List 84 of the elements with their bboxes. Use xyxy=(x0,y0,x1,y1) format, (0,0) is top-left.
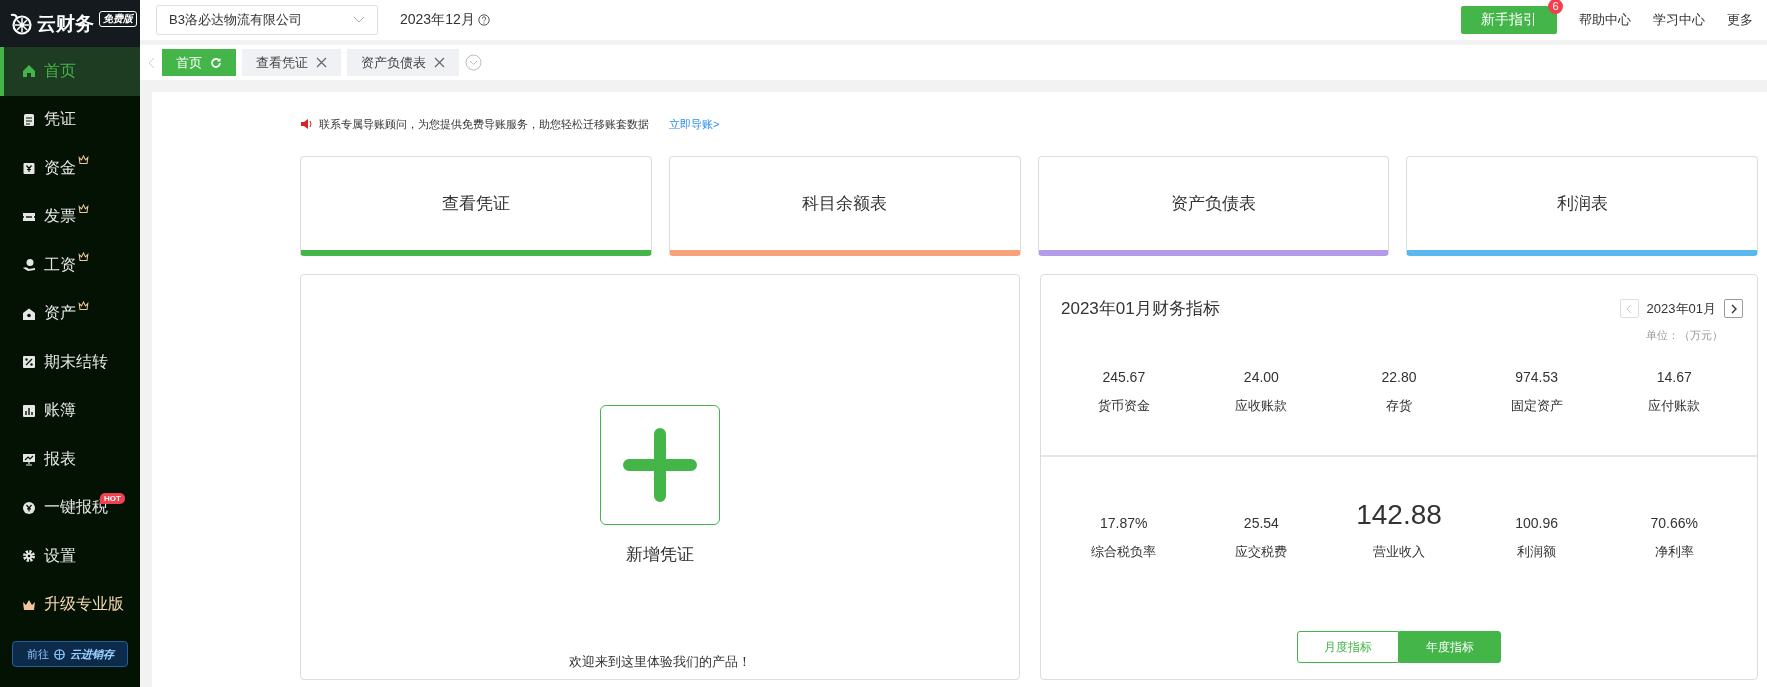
next-month-button[interactable] xyxy=(1724,299,1743,318)
chevron-left-icon xyxy=(1626,303,1633,314)
metric-label: 应交税费 xyxy=(1235,543,1288,561)
header-link[interactable]: 帮助中心 xyxy=(1579,11,1631,29)
logo-icon xyxy=(52,647,66,661)
sidebar-item[interactable]: 升级专业版 xyxy=(0,580,140,629)
metric-value: 245.67 xyxy=(1102,369,1146,385)
promo-button[interactable]: 前往 云进销存 xyxy=(12,641,128,667)
sidebar-item[interactable]: 期末结转 xyxy=(0,338,140,387)
sidebar-item[interactable]: 资金 xyxy=(0,144,140,193)
metric-label: 净利率 xyxy=(1654,543,1694,561)
metric-label: 应付账款 xyxy=(1648,397,1701,415)
metric-value: 100.96 xyxy=(1515,515,1558,531)
metric-value: 14.67 xyxy=(1656,369,1692,385)
crown-icon xyxy=(78,154,89,165)
chevron-right-icon xyxy=(1730,303,1737,314)
settings-icon xyxy=(22,549,36,564)
bar-chart-icon xyxy=(22,403,36,418)
sidebar-item[interactable]: 发票 xyxy=(0,192,140,241)
metric-value: 22.80 xyxy=(1381,369,1417,385)
month-label: 2023年01月 xyxy=(1646,299,1716,318)
sidebar-item[interactable]: 首页 xyxy=(0,47,140,96)
crown-icon xyxy=(78,299,89,311)
help-icon[interactable] xyxy=(477,14,490,26)
header-link[interactable]: 更多 xyxy=(1727,11,1753,29)
add-voucher-label: 新增凭证 xyxy=(626,544,694,566)
logo-icon xyxy=(10,12,32,35)
presentation-icon xyxy=(22,452,36,467)
sidebar-item[interactable]: 资产 xyxy=(0,289,140,338)
sidebar-item[interactable]: 凭证 xyxy=(0,95,140,144)
header-link[interactable]: 学习中心 xyxy=(1653,11,1705,29)
shortcut-card[interactable]: 资产负债表 xyxy=(1037,156,1390,256)
metric-value: 70.66% xyxy=(1650,515,1698,531)
chevron-left-icon[interactable] xyxy=(148,56,156,69)
yen-coin-icon xyxy=(22,500,36,515)
speaker-icon xyxy=(300,118,313,130)
hand-coin-icon xyxy=(22,258,36,273)
notice-text: 联系专属导账顾问，为您提供免费导账服务，助您轻松迁移账套数据 xyxy=(319,116,649,132)
metric-label: 营业收入 xyxy=(1373,543,1425,561)
sidebar-item[interactable]: 设置 xyxy=(0,532,140,581)
panel-title: 2023年01月财务指标 xyxy=(1061,298,1221,320)
crown-icon xyxy=(78,251,89,262)
metric-label: 固定资产 xyxy=(1510,397,1563,415)
shortcut-card[interactable]: 科目余额表 xyxy=(668,156,1021,256)
add-voucher-button[interactable] xyxy=(600,405,720,525)
chevron-down-circle-icon[interactable] xyxy=(465,54,482,71)
metric-label: 利润额 xyxy=(1517,543,1557,561)
close-icon[interactable] xyxy=(434,57,445,68)
metric-value: 974.53 xyxy=(1515,369,1558,385)
sidebar-item[interactable]: 账簿 xyxy=(0,386,140,435)
crown-icon xyxy=(78,202,89,214)
metric-value: 17.87% xyxy=(1100,515,1148,531)
house-icon xyxy=(22,306,36,321)
plus-icon xyxy=(623,428,697,502)
metric-label: 应收账款 xyxy=(1235,397,1288,415)
shortcut-card[interactable]: 利润表 xyxy=(1406,156,1758,256)
logo-text: 云财务 xyxy=(37,11,94,36)
shortcut-card[interactable]: 查看凭证 xyxy=(300,156,652,256)
metric-label: 存货 xyxy=(1386,397,1412,415)
company-select[interactable]: B3洛必达物流有限公司 xyxy=(156,5,378,35)
metric-label: 综合税负率 xyxy=(1091,543,1157,561)
metric-value: 142.88 xyxy=(1356,499,1442,531)
unit-label: 单位：（万元） xyxy=(1646,328,1723,343)
previous-month-button[interactable] xyxy=(1619,299,1639,318)
hot-badge: HOT xyxy=(100,492,125,504)
import-link[interactable]: 立即导账> xyxy=(669,116,720,132)
sidebar-item[interactable]: 报表 xyxy=(0,435,140,484)
sidebar-item[interactable]: 工资 xyxy=(0,241,140,290)
metric-label: 货币资金 xyxy=(1097,397,1150,415)
metric-value: 25.54 xyxy=(1243,515,1279,531)
welcome-text: 欢迎来到这里体验我们的产品！ xyxy=(569,653,751,671)
percent-icon xyxy=(22,355,36,370)
page-tab[interactable]: 资产负债表 xyxy=(347,49,459,76)
count-badge: 6 xyxy=(1548,0,1563,14)
close-icon[interactable] xyxy=(316,57,327,68)
edition-badge: 免费版 xyxy=(99,10,137,27)
period-text: 2023年12月 xyxy=(400,11,475,29)
yen-card-icon xyxy=(22,161,36,176)
page-tab[interactable]: 查看凭证 xyxy=(242,49,341,76)
metric-value: 24.00 xyxy=(1243,369,1279,385)
home-icon xyxy=(22,64,36,79)
document-icon xyxy=(22,112,36,127)
chevron-down-icon xyxy=(353,16,365,24)
refresh-icon[interactable] xyxy=(210,56,222,69)
